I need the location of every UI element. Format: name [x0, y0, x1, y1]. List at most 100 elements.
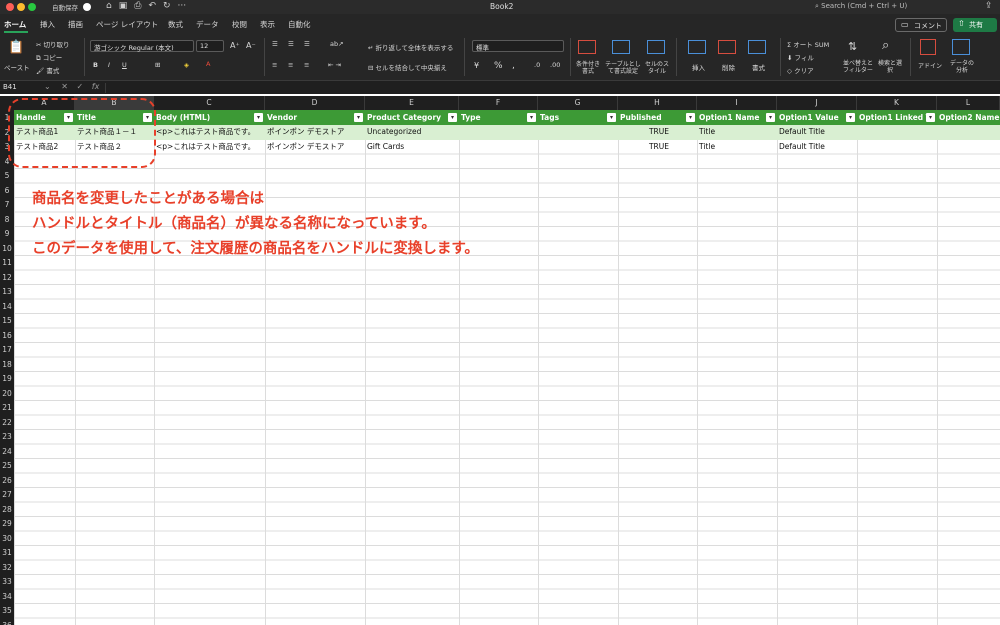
- cell-option1-linked[interactable]: [857, 125, 937, 140]
- row-header[interactable]: 24: [0, 447, 14, 456]
- align-top-icon[interactable]: ☰: [272, 40, 278, 48]
- cell-type[interactable]: [459, 140, 538, 155]
- row-header[interactable]: 25: [0, 461, 14, 470]
- column-header-d[interactable]: D: [265, 96, 365, 110]
- header-cell[interactable]: Option1 Name ▾: [697, 110, 777, 125]
- align-right-icon[interactable]: ≡: [304, 61, 309, 69]
- filter-dropdown-icon[interactable]: ▾: [254, 113, 263, 122]
- filter-dropdown-icon[interactable]: ▾: [686, 113, 695, 122]
- header-cell[interactable]: Body (HTML) ▾: [154, 110, 265, 125]
- delete-cells-icon[interactable]: [718, 40, 736, 54]
- row-header[interactable]: 13: [0, 287, 14, 296]
- account-icon[interactable]: ⇪: [985, 1, 993, 11]
- align-bottom-icon[interactable]: ☰: [304, 40, 310, 48]
- row-header[interactable]: 5: [0, 171, 14, 180]
- filter-dropdown-icon[interactable]: ▾: [354, 113, 363, 122]
- format-painter-button[interactable]: 🖌 書式: [36, 65, 59, 75]
- formula-input[interactable]: [105, 83, 990, 93]
- save-icon[interactable]: ▣: [119, 1, 128, 11]
- cell-option1-linked[interactable]: [857, 140, 937, 155]
- filter-dropdown-icon[interactable]: ▾: [448, 113, 457, 122]
- increase-font-icon[interactable]: A⁺: [230, 41, 240, 50]
- autosum-button[interactable]: Σ オート SUM: [787, 39, 829, 49]
- enter-icon[interactable]: ✓: [77, 82, 84, 91]
- cancel-icon[interactable]: ✕: [61, 82, 68, 91]
- row-header[interactable]: 16: [0, 331, 14, 340]
- delete-cells-button[interactable]: 削除: [722, 62, 735, 72]
- redo-icon[interactable]: ↻: [163, 1, 171, 11]
- comma-icon[interactable]: ,: [512, 61, 515, 71]
- row-header[interactable]: 9: [0, 229, 14, 238]
- row-header[interactable]: 30: [0, 534, 14, 543]
- row-header[interactable]: 18: [0, 360, 14, 369]
- row-header[interactable]: 10: [0, 244, 14, 253]
- header-cell[interactable]: Option1 Linked To ▾: [857, 110, 937, 125]
- bold-button[interactable]: B: [93, 61, 98, 69]
- print-icon[interactable]: ⎙: [134, 1, 141, 11]
- find-select-button[interactable]: 検索と選択: [878, 60, 902, 74]
- format-cells-icon[interactable]: [748, 40, 766, 54]
- cell-option1-name[interactable]: Title: [697, 140, 777, 155]
- close-window-button[interactable]: [6, 3, 14, 11]
- column-header-c[interactable]: C: [154, 96, 265, 110]
- search-input[interactable]: ⌕ Search (Cmd + Ctrl + U): [815, 1, 975, 13]
- row-header[interactable]: 31: [0, 548, 14, 557]
- header-cell[interactable]: Vendor ▾: [265, 110, 365, 125]
- currency-icon[interactable]: ¥: [474, 61, 479, 70]
- cell-tags[interactable]: [538, 140, 618, 155]
- row-header[interactable]: 20: [0, 389, 14, 398]
- cell-tags[interactable]: [538, 125, 618, 140]
- cell-published[interactable]: TRUE: [618, 125, 697, 140]
- row-header[interactable]: 32: [0, 563, 14, 572]
- row-header[interactable]: 28: [0, 505, 14, 514]
- align-middle-icon[interactable]: ☰: [288, 40, 294, 48]
- cell-body-html[interactable]: <p>これはテスト商品です。: [154, 125, 265, 140]
- autosave-toggle[interactable]: [83, 3, 91, 11]
- cell-type[interactable]: [459, 125, 538, 140]
- cell-product-category[interactable]: Uncategorized: [365, 125, 459, 140]
- tab-data[interactable]: データ: [196, 19, 219, 30]
- cell-product-category[interactable]: Gift Cards: [365, 140, 459, 155]
- insert-cells-button[interactable]: 挿入: [692, 62, 705, 72]
- column-header-i[interactable]: I: [697, 96, 777, 110]
- filter-dropdown-icon[interactable]: ▾: [766, 113, 775, 122]
- more-icon[interactable]: ···: [178, 1, 187, 11]
- format-cells-button[interactable]: 書式: [752, 62, 765, 72]
- row-header[interactable]: 7: [0, 200, 14, 209]
- conditional-format-button[interactable]: 条件付き書式: [574, 61, 602, 75]
- header-cell[interactable]: Option1 Value ▾: [777, 110, 857, 125]
- row-header[interactable]: 21: [0, 403, 14, 412]
- home-icon[interactable]: ⌂: [106, 1, 112, 11]
- zoom-window-button[interactable]: [28, 3, 36, 11]
- sort-filter-button[interactable]: 並べ替えとフィルター: [840, 60, 876, 74]
- row-header[interactable]: 12: [0, 273, 14, 282]
- merge-center-button[interactable]: ⊟ セルを結合して中央揃え: [368, 62, 447, 72]
- cell-option1-value[interactable]: Default Title: [777, 125, 857, 140]
- sort-filter-icon[interactable]: ⇅: [848, 40, 857, 53]
- row-header[interactable]: 35: [0, 606, 14, 615]
- cell-option2-name[interactable]: [937, 140, 1000, 155]
- indent-icon[interactable]: ⇤ ⇥: [328, 61, 341, 69]
- tab-draw[interactable]: 描画: [68, 19, 83, 30]
- function-icon[interactable]: fx: [92, 82, 100, 91]
- row-header[interactable]: 6: [0, 186, 14, 195]
- cell-published[interactable]: TRUE: [618, 140, 697, 155]
- row-header[interactable]: 17: [0, 345, 14, 354]
- row-header[interactable]: 29: [0, 519, 14, 528]
- row-header[interactable]: 14: [0, 302, 14, 311]
- row-header[interactable]: 34: [0, 592, 14, 601]
- name-box[interactable]: B41: [3, 83, 17, 91]
- comment-button[interactable]: ▭ コメント: [895, 18, 947, 32]
- column-header-f[interactable]: F: [459, 96, 538, 110]
- header-cell[interactable]: Tags ▾: [538, 110, 618, 125]
- insert-cells-icon[interactable]: [688, 40, 706, 54]
- font-size-select[interactable]: 12: [196, 40, 224, 52]
- borders-icon[interactable]: ⊞: [155, 61, 160, 69]
- filter-dropdown-icon[interactable]: ▾: [846, 113, 855, 122]
- filter-dropdown-icon[interactable]: ▾: [527, 113, 536, 122]
- row-header[interactable]: 33: [0, 577, 14, 586]
- column-header-e[interactable]: E: [365, 96, 459, 110]
- conditional-format-icon[interactable]: [578, 40, 596, 54]
- cell-vendor[interactable]: ポインポン デモストア: [265, 140, 365, 155]
- underline-button[interactable]: U: [122, 61, 127, 69]
